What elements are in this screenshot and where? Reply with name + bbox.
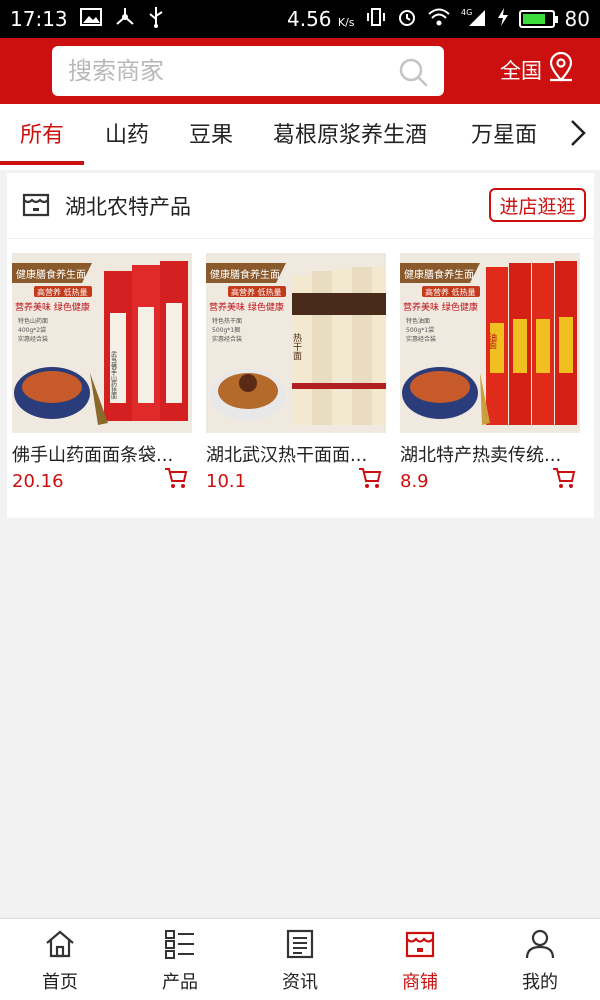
nav-profile-label: 我的 bbox=[522, 972, 558, 993]
tab-yam[interactable]: 山药 bbox=[105, 104, 149, 170]
store-icon bbox=[21, 189, 51, 223]
bottom-nav: 首页 产品 资讯 商铺 我的 bbox=[0, 918, 600, 1000]
product-image[interactable]: 健康膳食养生面 高营养 低热量 营养美味 绿色健康 特色热干面 500g*1捆 … bbox=[206, 253, 386, 433]
product-bullet: 特色热干面 bbox=[212, 317, 242, 325]
tabs-next-button[interactable] bbox=[556, 104, 600, 166]
active-tab-indicator bbox=[0, 161, 84, 165]
product-bullet: 400g*2袋 bbox=[18, 326, 46, 334]
tab-kudzu-wine[interactable]: 葛根原浆养生酒 bbox=[273, 104, 427, 170]
region-selector[interactable]: 全国 bbox=[500, 51, 574, 87]
product-pack-text: 油面 bbox=[489, 332, 498, 350]
product-banner: 健康膳食养生面 bbox=[404, 268, 474, 281]
image-icon bbox=[79, 7, 102, 31]
status-time: 17:13 bbox=[10, 7, 68, 31]
network-type: 4G bbox=[461, 8, 472, 17]
search-input[interactable] bbox=[68, 57, 388, 85]
nav-home[interactable]: 首页 bbox=[0, 919, 120, 1000]
nav-news[interactable]: 资讯 bbox=[240, 919, 360, 1000]
search-bar[interactable] bbox=[52, 46, 444, 96]
product-bullet: 500g*1袋 bbox=[406, 326, 434, 334]
battery-percent: 80 bbox=[564, 7, 590, 31]
product-card[interactable]: 健康膳食养生面 高营养 低热量 营养美味 绿色健康 特色油面 500g*1袋 实… bbox=[400, 253, 580, 492]
search-icon[interactable] bbox=[398, 57, 428, 91]
add-to-cart-icon[interactable] bbox=[358, 467, 382, 493]
vibrate-icon bbox=[365, 7, 387, 32]
home-icon bbox=[44, 929, 76, 964]
nav-shops-label: 商铺 bbox=[402, 972, 438, 993]
product-pack-text: 热干面 bbox=[291, 332, 302, 361]
product-card[interactable]: 健康膳食养生面 高营养 低热量 营养美味 绿色健康 特色热干面 500g*1捆 … bbox=[206, 253, 386, 492]
net-speed: 4.56 K/s bbox=[287, 7, 355, 31]
news-icon bbox=[284, 929, 316, 964]
product-bullet: 实惠经合装 bbox=[18, 335, 48, 343]
location-pin-icon bbox=[548, 51, 574, 87]
chevron-right-icon bbox=[569, 118, 587, 152]
product-image[interactable]: 健康膳食养生面 高营养 低热量 营养美味 绿色健康 特色山药面 400g*2袋 … bbox=[12, 253, 192, 433]
category-tabs: 所有 山药 豆果 葛根原浆养生酒 万星面 bbox=[0, 104, 600, 170]
usb-icon bbox=[148, 6, 164, 33]
shop-header: 湖北农特产品 进店逛逛 bbox=[7, 173, 594, 239]
product-slogan: 营养美味 绿色健康 bbox=[209, 301, 284, 313]
net-speed-value: 4.56 bbox=[287, 7, 332, 31]
product-slogan: 营养美味 绿色健康 bbox=[403, 301, 478, 313]
wifi-icon bbox=[427, 7, 451, 32]
header: 全国 bbox=[0, 38, 600, 104]
product-card[interactable]: 健康膳食养生面 高营养 低热量 营养美味 绿色健康 特色山药面 400g*2袋 … bbox=[12, 253, 192, 492]
product-bullet: 500g*1捆 bbox=[212, 326, 240, 334]
tab-beans[interactable]: 豆果 bbox=[189, 104, 233, 170]
battery-fill bbox=[522, 14, 545, 24]
product-banner: 健康膳食养生面 bbox=[210, 268, 280, 281]
product-bullet: 实惠经合装 bbox=[406, 335, 436, 343]
net-speed-unit: K/s bbox=[337, 16, 355, 29]
product-bullet: 特色山药面 bbox=[18, 317, 48, 325]
status-bar: 17:13 4.56 K/s 4G 80 bbox=[0, 0, 600, 38]
nav-profile[interactable]: 我的 bbox=[480, 919, 600, 1000]
nav-products[interactable]: 产品 bbox=[120, 919, 240, 1000]
region-label: 全国 bbox=[500, 58, 542, 83]
product-badge: 高营养 低热量 bbox=[231, 287, 282, 297]
product-name[interactable]: 湖北武汉热干面面... bbox=[206, 441, 378, 467]
product-name[interactable]: 湖北特产热卖传统... bbox=[400, 441, 572, 467]
user-icon bbox=[524, 929, 556, 964]
product-badge: 高营养 低热量 bbox=[37, 287, 88, 297]
visit-store-button[interactable]: 进店逛逛 bbox=[489, 188, 586, 222]
shop-name[interactable]: 湖北农特产品 bbox=[65, 191, 191, 221]
product-bullet: 实惠经合装 bbox=[212, 335, 242, 343]
product-badge: 高营养 低热量 bbox=[425, 287, 476, 297]
charging-icon bbox=[497, 7, 509, 32]
list-icon bbox=[164, 929, 196, 964]
tab-wanxing-noodles[interactable]: 万星面 bbox=[471, 104, 537, 170]
product-pack-text: 武当佛手山药挂面 bbox=[110, 350, 117, 400]
connection-icon bbox=[114, 7, 136, 32]
shop-icon bbox=[404, 929, 436, 964]
product-bullet: 特色油面 bbox=[406, 317, 430, 325]
alarm-icon bbox=[397, 7, 417, 32]
battery-icon bbox=[518, 10, 558, 28]
signal-icon: 4G bbox=[461, 7, 487, 32]
product-image[interactable]: 健康膳食养生面 高营养 低热量 营养美味 绿色健康 特色油面 500g*1袋 实… bbox=[400, 253, 580, 433]
nav-home-label: 首页 bbox=[42, 972, 78, 993]
shop-card: 湖北农特产品 进店逛逛 健康膳食养生面 高营养 低热量 营养美味 绿色健康 特色… bbox=[7, 173, 594, 518]
nav-news-label: 资讯 bbox=[282, 972, 318, 993]
product-slogan: 营养美味 绿色健康 bbox=[15, 301, 90, 313]
add-to-cart-icon[interactable] bbox=[164, 467, 188, 493]
product-banner: 健康膳食养生面 bbox=[16, 268, 86, 281]
nav-shops[interactable]: 商铺 bbox=[360, 919, 480, 1000]
nav-products-label: 产品 bbox=[162, 972, 198, 993]
product-name[interactable]: 佛手山药面面条袋... bbox=[12, 441, 184, 467]
add-to-cart-icon[interactable] bbox=[552, 467, 576, 493]
